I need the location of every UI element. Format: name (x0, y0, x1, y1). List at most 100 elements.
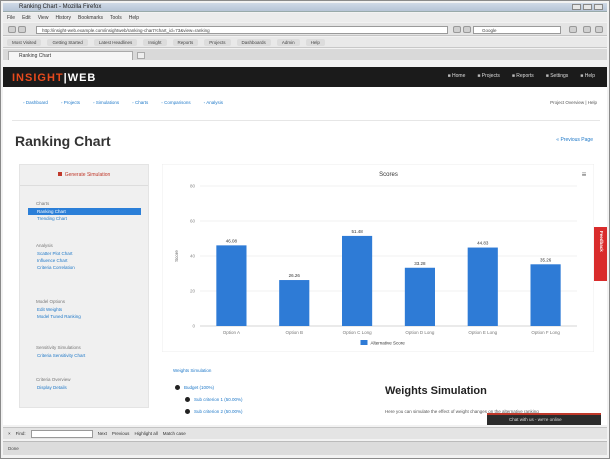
sidebar-item-edit-weights[interactable]: Edit Weights (36, 306, 136, 313)
sidebar-item-ranking-chart[interactable]: Ranking Chart (28, 208, 141, 215)
status-bar: Done (3, 441, 607, 455)
ranking-chart: Scores ≡ 0 20 40 60 80 Score 46.08 Option A 26.26 O… (162, 164, 594, 352)
tree-node[interactable]: Sub criterion 1 (50.00%) (175, 397, 243, 409)
header-nav-settings[interactable]: Settings (546, 73, 568, 79)
menu-bar: File Edit View History Bookmarks Tools H… (3, 13, 607, 22)
close-find-icon[interactable]: × (8, 431, 11, 436)
brand-logo[interactable]: INSIGHT|WEB (12, 72, 96, 84)
breadcrumb-item[interactable]: Analysis (204, 100, 223, 105)
menu-bookmarks[interactable]: Bookmarks (78, 15, 103, 21)
data-label: 46.08 (226, 238, 238, 243)
x-tick-label: Option B (285, 330, 303, 335)
tree-node-label: Sub criterion 1 (50.00%) (194, 397, 243, 402)
bullet-icon (175, 385, 180, 390)
chart-bar[interactable] (404, 267, 435, 326)
chart-bar[interactable] (342, 235, 373, 326)
header-nav-home[interactable]: Home (448, 73, 465, 79)
stop-icon[interactable] (463, 26, 471, 33)
breadcrumb-item[interactable]: Comparisons (161, 100, 191, 105)
menu-edit[interactable]: Edit (22, 15, 31, 21)
bookmark-item[interactable]: Admin (276, 38, 300, 46)
close-window-button[interactable] (594, 4, 603, 10)
chart-svg: Scores ≡020406080Score46.08Option A26.26O… (162, 164, 594, 352)
chart-bar[interactable] (467, 247, 498, 326)
bookmark-item[interactable]: Latest Headlines (93, 38, 138, 46)
breadcrumb-item[interactable]: Charts (132, 100, 148, 105)
breadcrumb-item[interactable]: Dashboard (23, 100, 48, 105)
bookmark-item[interactable]: Most Visited (7, 38, 42, 46)
brand-left: INSIGHT (12, 72, 64, 84)
find-input[interactable] (30, 429, 93, 438)
forward-icon[interactable] (18, 26, 26, 33)
address-bar[interactable]: http://insight-web.example.com/insightwe… (36, 26, 448, 34)
header-nav-reports[interactable]: Reports (512, 73, 534, 79)
bookmark-item[interactable]: Projects (204, 38, 231, 46)
weights-simulation-link[interactable]: Weights Simulation (173, 368, 211, 373)
sidebar-item-trending-chart[interactable]: Trending Chart (36, 215, 136, 222)
header-nav-projects[interactable]: Projects (477, 73, 500, 79)
x-tick-label: Option D Long (405, 330, 435, 335)
menu-view[interactable]: View (38, 15, 49, 21)
header-nav: Home Projects Reports Settings Help (448, 73, 595, 79)
sidebar-caption: Criteria Overview (36, 377, 71, 382)
tree-node[interactable]: Budget (100%) (175, 385, 243, 397)
new-tab-button[interactable] (137, 52, 145, 59)
find-next-button[interactable]: Next (98, 431, 107, 436)
menu-help[interactable]: Help (129, 15, 139, 21)
sidebar-caption: Analysis (36, 243, 53, 248)
bookmark-item[interactable]: Insight (143, 38, 167, 46)
minimize-button[interactable] (572, 4, 581, 10)
chart-bar[interactable] (216, 245, 247, 326)
bookmark-item[interactable]: Getting Started (47, 38, 88, 46)
tab-strip: Ranking Chart (3, 49, 607, 60)
legend-swatch[interactable] (360, 340, 368, 345)
chart-menu-icon[interactable]: ≡ (582, 170, 587, 179)
menu-history[interactable]: History (55, 15, 71, 21)
bookmark-item[interactable]: Reports (172, 38, 199, 46)
bookmark-item[interactable]: Dashboards (236, 38, 271, 46)
menu-file[interactable]: File (7, 15, 15, 21)
find-bar: × Find: Next Previous Highlight all Matc… (3, 427, 607, 439)
y-tick-label: 20 (190, 289, 196, 294)
sidebar-item-display-details[interactable]: Display Details (36, 384, 136, 391)
x-tick-label: Option E Long (468, 330, 497, 335)
header-nav-help[interactable]: Help (580, 73, 595, 79)
sidebar-item-model-tuned[interactable]: Model Tuned Ranking (36, 313, 136, 320)
generate-simulation-button[interactable]: Generate Simulation (20, 165, 148, 186)
chat-widget[interactable]: Chat with us - we're online (487, 413, 601, 425)
download-icon[interactable] (569, 26, 577, 33)
search-input[interactable]: Google (473, 26, 561, 34)
feedback-tab[interactable]: Feedback (594, 227, 607, 281)
bookmark-item[interactable]: Help (305, 38, 325, 46)
menu-tools[interactable]: Tools (110, 15, 122, 21)
play-icon (57, 172, 62, 176)
breadcrumb-item[interactable]: Simulations (93, 100, 119, 105)
page-title: Ranking Chart (15, 133, 111, 149)
find-label: Find: (15, 431, 26, 436)
find-previous-button[interactable]: Previous (112, 431, 130, 436)
highlight-all-toggle[interactable]: Highlight all (134, 431, 157, 436)
match-case-checkbox[interactable]: Match case (163, 431, 186, 436)
sidebar-item-influence-chart[interactable]: Influence Chart (36, 257, 136, 264)
previous-page-link[interactable]: « Previous Page (556, 137, 593, 143)
sidebar-item-scatter-plot[interactable]: Scatter Plot Chart (36, 250, 136, 257)
maximize-button[interactable] (583, 4, 592, 10)
home-icon[interactable] (583, 26, 591, 33)
reload-icon[interactable] (453, 26, 461, 33)
sidebar-item-criteria-correlation[interactable]: Criteria Correlation (36, 264, 136, 271)
sidebar: Generate Simulation Charts Ranking Chart… (19, 164, 149, 408)
menu-icon[interactable] (595, 26, 603, 33)
user-link[interactable]: Project Overview | Help (550, 100, 597, 105)
tree-node[interactable]: Sub criterion 2 (50.00%) (175, 409, 243, 421)
page-content: Dashboard Projects Simulations Charts Co… (3, 87, 607, 425)
browser-window: Ranking Chart - Mozilla Firefox File Edi… (0, 0, 610, 459)
chart-bar[interactable] (530, 264, 561, 326)
y-tick-label: 60 (190, 219, 196, 224)
data-label: 51.48 (351, 229, 363, 234)
breadcrumb-item[interactable]: Projects (61, 100, 80, 105)
chart-bar[interactable] (279, 280, 310, 326)
bullet-icon (185, 409, 190, 414)
back-icon[interactable] (8, 26, 16, 33)
tab-ranking-chart[interactable]: Ranking Chart (8, 51, 133, 60)
sidebar-item-sensitivity-chart[interactable]: Criteria Sensitivity Chart (36, 352, 136, 359)
